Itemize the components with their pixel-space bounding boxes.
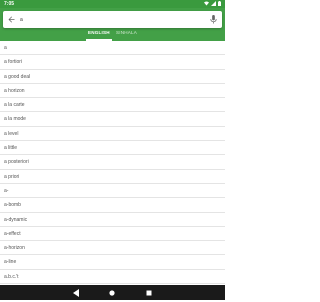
navigation-bar (0, 258, 225, 300)
list-item[interactable]: a priori (0, 170, 225, 184)
list-item[interactable]: a-bomb (0, 198, 225, 213)
list-item[interactable]: a (0, 41, 225, 56)
list-item[interactable]: a- (0, 184, 225, 199)
list-item[interactable]: a good deal (0, 70, 225, 84)
list-item[interactable]: a la mode (0, 112, 225, 127)
word-list: a a fortiori a good deal a horizon a la … (0, 41, 225, 290)
list-item[interactable]: a la carte (0, 98, 225, 113)
circle-home-icon[interactable] (106, 287, 118, 299)
language-tabs: ENGLISH SINHALA (0, 28, 225, 41)
status-bar: 7:05 (0, 0, 225, 8)
status-icons (204, 1, 221, 6)
list-item[interactable]: a posteriori (0, 155, 225, 170)
arrow-left-icon[interactable] (7, 15, 16, 24)
list-item[interactable]: a little (0, 141, 225, 156)
tab-english[interactable]: ENGLISH (88, 30, 110, 35)
signal-icon (211, 1, 216, 6)
microphone-icon[interactable] (210, 15, 217, 24)
search-bar (3, 11, 222, 28)
list-item[interactable]: a-horizon (0, 241, 225, 256)
triangle-back-icon[interactable] (70, 287, 82, 299)
wifi-icon (204, 1, 209, 6)
status-time: 7:05 (4, 1, 15, 7)
square-recents-icon[interactable] (143, 287, 155, 299)
battery-icon (218, 1, 221, 6)
tab-sinhala[interactable]: SINHALA (116, 30, 137, 35)
list-item[interactable]: a-dynamic (0, 213, 225, 227)
list-item[interactable]: a level (0, 127, 225, 142)
list-item[interactable]: a horizon (0, 84, 225, 99)
list-item[interactable]: a-effect (0, 227, 225, 242)
list-item[interactable]: a fortiori (0, 55, 225, 70)
search-input[interactable] (20, 14, 200, 25)
app-header: ENGLISH SINHALA (0, 8, 225, 41)
